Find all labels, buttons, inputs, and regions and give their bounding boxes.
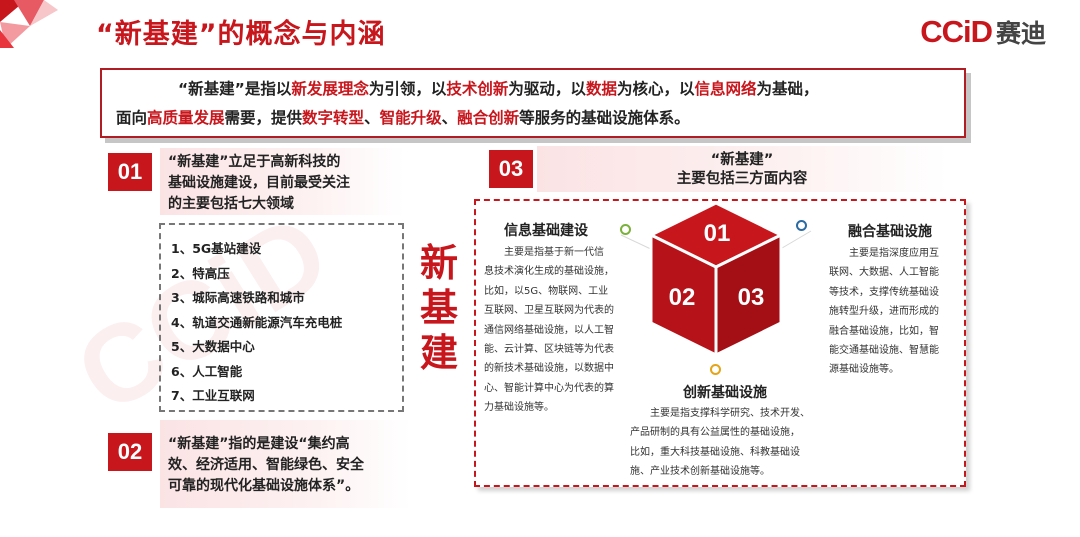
- text-line: 的新技术基础设施，以数据中: [484, 363, 614, 375]
- text-line: 通信网络基础设施，以人工智: [484, 324, 614, 336]
- definition-segment: “新基建”是指以: [178, 80, 292, 98]
- definition-highlight: 技术创新: [446, 80, 509, 98]
- section-03-line: “新基建”: [710, 152, 774, 168]
- list-item: 6、人工智能: [171, 363, 243, 379]
- definition-segment: 为基础，: [756, 80, 819, 98]
- definition-segment: 为驱动，以: [508, 80, 586, 98]
- list-item: 4、轨道交通新能源汽车充电桩: [171, 314, 343, 330]
- text-line: 主要是指深度应用互: [849, 248, 939, 259]
- ccid-logo: CCiD 赛迪: [920, 14, 1046, 50]
- innovation-infrastructure-text: 主要是指支撑科学研究、技术开发、 产品研制的具有公益属性的基础设施， 比如，重大…: [630, 404, 852, 482]
- blue-dot-marker: [796, 220, 807, 231]
- text-line: 能、云计算、区块链等为代表: [484, 344, 614, 356]
- definition-highlight: 智能升级: [379, 109, 442, 127]
- cube-diagram: 01 02 03: [620, 201, 812, 358]
- section-02-badge: 02: [108, 433, 152, 471]
- cube-label-01: 01: [704, 220, 731, 247]
- list-item: 3、城际高速铁路和城市: [171, 290, 305, 305]
- text-line: 力基础设施等。: [484, 402, 554, 414]
- info-infrastructure-title: 信息基础建设: [504, 223, 588, 239]
- section-02-line: 效、经济适用、智能绿色、安全: [168, 457, 364, 473]
- cube-label-02: 02: [669, 284, 696, 311]
- definition-highlight: 融合创新: [457, 109, 520, 127]
- list-item: 7、工业互联网: [171, 388, 255, 403]
- text-line: 施、产业技术创新基础设施等。: [630, 466, 770, 478]
- green-dot-marker: [620, 224, 631, 235]
- list-item: 2、特高压: [171, 265, 230, 281]
- corner-decoration: [0, 0, 58, 48]
- text-line: 互联网、卫星互联网为代表的: [484, 305, 614, 317]
- text-line: 主要是指基于新一代信: [504, 247, 604, 258]
- list-item: 1、5G基站建设: [171, 241, 262, 256]
- center-char: 建: [419, 331, 458, 375]
- definition-segment: 为核心，以: [616, 80, 695, 98]
- definition-highlight: 数字转型: [302, 109, 365, 127]
- definition-highlight: 新发展理念: [291, 80, 369, 98]
- definition-highlight: 高质量发展: [147, 109, 225, 127]
- section-01-line: “新基建”立足于高新科技的: [168, 154, 341, 170]
- list-item: 5、大数据中心: [171, 339, 255, 354]
- text-line: 源基础设施等。: [829, 364, 899, 376]
- seven-areas-list: 1、5G基站建设 2、特高压 3、城际高速铁路和城市 4、轨道交通新能源汽车充电…: [159, 223, 404, 412]
- section-03-line: 主要包括三方面内容: [676, 171, 808, 187]
- section-03-heading: “新基建” 主要包括三方面内容: [537, 146, 947, 192]
- fusion-infrastructure-title: 融合基础设施: [848, 224, 932, 240]
- text-line: 主要是指支撑科学研究、技术开发、: [650, 408, 810, 419]
- section-02-line: “新基建”指的是建设“集约高: [168, 436, 350, 452]
- definition-line-2: 面向高质量发展需要，提供数字转型、智能升级、融合创新等服务的基础设施体系。: [116, 104, 954, 133]
- definition-segment: 面向: [116, 109, 148, 127]
- definition-line-1: “新基建”是指以新发展理念为引领，以技术创新为驱动，以数据为核心，以信息网络为基…: [116, 75, 954, 104]
- text-line: 联网、大数据、人工智能: [829, 267, 939, 279]
- text-line: 产品研制的具有公益属性的基础设施，: [630, 427, 800, 439]
- logo-cn: 赛迪: [995, 19, 1046, 48]
- text-line: 融合基础设施，比如，智: [829, 325, 939, 337]
- section-01-line: 的主要包括七大领域: [168, 196, 294, 212]
- text-line: 施转型升级，进而形成的: [829, 306, 939, 318]
- cube-label-03: 03: [738, 284, 765, 311]
- definition-segment: 为引领，以: [368, 80, 447, 98]
- logo-latin: CCiD: [920, 14, 993, 49]
- text-line: 等技术，支撑传统基础设: [829, 286, 939, 298]
- page-title: “新基建”的概念与内涵: [96, 19, 386, 50]
- fusion-infrastructure-text: 主要是指深度应用互 联网、大数据、人工智能 等技术，支撑传统基础设 施转型升级，…: [829, 244, 957, 380]
- info-infrastructure-text: 主要是指基于新一代信 息技术演化生成的基础设施， 比如，以5G、物联网、工业 互…: [484, 243, 644, 418]
- section-01-summary: “新基建”立足于高新科技的 基础设施建设，目前最受关注 的主要包括七大领域: [160, 148, 404, 215]
- innovation-infrastructure-title: 创新基础设施: [683, 385, 767, 401]
- section-01-badge: 01: [108, 153, 152, 191]
- text-line: 比如，以5G、物联网、工业: [484, 285, 609, 297]
- section-02-summary: “新基建”指的是建设“集约高 效、经济适用、智能绿色、安全 可靠的现代化基础设施…: [160, 420, 410, 508]
- orange-dot-marker: [710, 364, 721, 375]
- section-03-badge: 03: [489, 150, 533, 188]
- section-01-line: 基础设施建设，目前最受关注: [168, 175, 350, 191]
- definition-highlight: 信息网络: [694, 80, 757, 98]
- text-line: 心、智能计算中心为代表的算: [484, 382, 614, 394]
- text-line: 比如，重大科技基础设施、科教基础设: [630, 446, 800, 458]
- section-02-line: 可靠的现代化基础设施体系”。: [168, 478, 360, 494]
- definition-segment: 、: [364, 109, 380, 127]
- definition-segment: 需要，提供: [224, 109, 303, 127]
- text-line: 息技术演化生成的基础设施，: [484, 266, 614, 278]
- text-line: 能交通基础设施、智慧能: [829, 345, 939, 357]
- definition-segment: 、: [441, 109, 458, 127]
- definition-box: “新基建”是指以新发展理念为引领，以技术创新为驱动，以数据为核心，以信息网络为基…: [100, 68, 966, 138]
- definition-segment: 等服务的基础设施体系。: [519, 109, 690, 127]
- definition-highlight: 数据: [585, 80, 617, 98]
